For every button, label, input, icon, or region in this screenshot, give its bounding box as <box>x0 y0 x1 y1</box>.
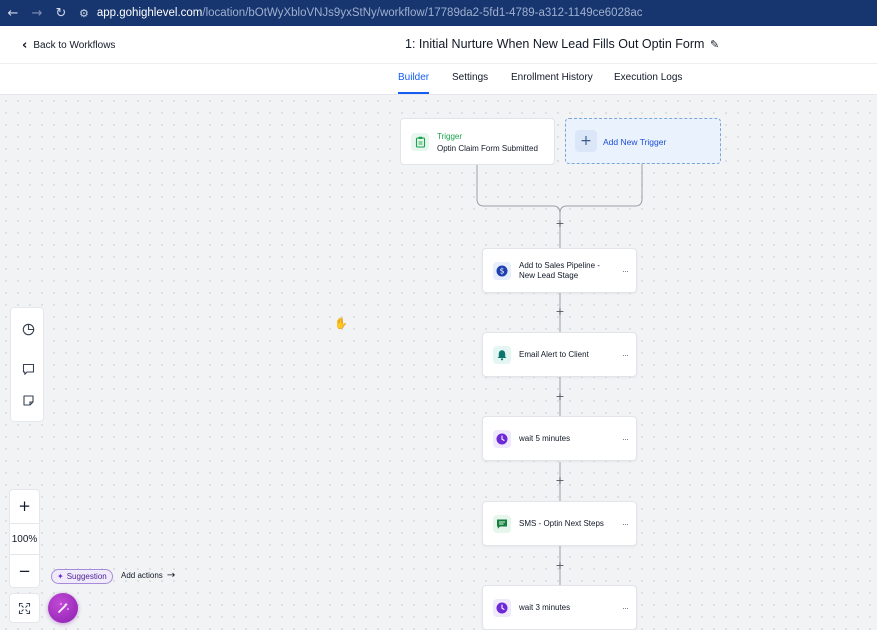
url-host: app.gohighlevel.com <box>96 7 203 19</box>
tab-builder[interactable]: Builder <box>398 72 429 83</box>
add-new-trigger-button[interactable]: + Add New Trigger <box>565 118 721 164</box>
back-to-workflows-link[interactable]: ‹ Back to Workflows <box>22 38 115 53</box>
more-options-icon[interactable]: ··· <box>622 350 629 360</box>
dollar-icon: $ <box>493 262 511 280</box>
action-title: wait 5 minutes <box>519 434 571 443</box>
action-title-line2: New Lead Stage <box>519 271 579 280</box>
add-step-plus-icon[interactable]: + <box>554 475 566 487</box>
suggestion-label: Suggestion <box>66 572 107 581</box>
plus-icon: + <box>575 130 597 152</box>
action-title: wait 3 minutes <box>519 603 571 612</box>
action-node-email-alert[interactable]: Email Alert to Client ··· <box>482 332 637 377</box>
url-path: /location/bOtWyXbloVNJs9yxStNy/workflow/… <box>202 7 643 19</box>
action-node-wait-3[interactable]: wait 3 minutes ··· <box>482 585 637 630</box>
zoom-out-button[interactable]: − <box>10 555 39 587</box>
sparkle-icon: ✦ <box>57 572 64 581</box>
clock-icon <box>493 430 511 448</box>
add-step-plus-icon[interactable]: + <box>554 391 566 403</box>
trigger-type-label: Trigger <box>437 132 463 141</box>
trigger-name: Optin Claim Form Submitted <box>437 144 538 153</box>
add-trigger-label: Add New Trigger <box>603 137 667 147</box>
site-settings-icon[interactable]: ⚙ <box>79 7 89 20</box>
reload-icon[interactable]: ↻ <box>49 6 73 21</box>
back-arrow-icon[interactable]: ← <box>1 6 25 21</box>
ai-assistant-button[interactable] <box>48 593 78 623</box>
add-actions-label: Add actions <box>121 571 163 580</box>
action-title: Email Alert to Client <box>519 350 589 359</box>
forward-arrow-icon[interactable]: → <box>25 6 49 21</box>
tab-bar: Builder Settings Enrollment History Exec… <box>0 64 877 95</box>
fit-to-screen-icon[interactable] <box>9 593 40 623</box>
trigger-node[interactable]: Trigger Optin Claim Form Submitted <box>400 118 555 165</box>
tab-settings[interactable]: Settings <box>452 72 488 83</box>
workflow-title[interactable]: 1: Initial Nurture When New Lead Fills O… <box>405 37 704 51</box>
tab-execution-logs[interactable]: Execution Logs <box>614 72 682 83</box>
zoom-controls: + 100% − <box>9 489 40 588</box>
browser-address-bar: ← → ↻ ⚙ app.gohighlevel.com/location/bOt… <box>0 0 877 26</box>
more-options-icon[interactable]: ··· <box>622 434 629 444</box>
tab-enrollment-history[interactable]: Enrollment History <box>511 72 593 83</box>
magic-wand-icon <box>58 602 69 613</box>
canvas-tool-panel <box>10 307 44 422</box>
more-options-icon[interactable]: ··· <box>622 603 629 613</box>
svg-text:$: $ <box>500 267 505 276</box>
action-title-line1: Add to Sales Pipeline - <box>519 261 600 270</box>
more-options-icon[interactable]: ··· <box>622 266 629 276</box>
action-node-sms[interactable]: SMS - Optin Next Steps ··· <box>482 501 637 546</box>
add-step-plus-icon[interactable]: + <box>554 560 566 572</box>
clock-icon <box>493 599 511 617</box>
bell-icon <box>493 346 511 364</box>
more-options-icon[interactable]: ··· <box>622 519 629 529</box>
chevron-left-icon: ‹ <box>22 38 28 53</box>
back-label: Back to Workflows <box>33 40 116 51</box>
arrow-right-icon: → <box>166 570 176 581</box>
suggestion-badge[interactable]: ✦ Suggestion <box>51 569 113 584</box>
stats-pie-icon[interactable] <box>19 320 37 338</box>
action-node-pipeline[interactable]: $ Add to Sales Pipeline - New Lead Stage… <box>482 248 637 293</box>
action-node-wait-5[interactable]: wait 5 minutes ··· <box>482 416 637 461</box>
zoom-level: 100% <box>10 523 39 555</box>
action-title: SMS - Optin Next Steps <box>519 519 604 528</box>
add-actions-link[interactable]: Add actions → <box>121 570 175 581</box>
workflow-canvas[interactable]: Trigger Optin Claim Form Submitted + Add… <box>0 95 877 630</box>
connector-lines <box>476 164 643 585</box>
url-field[interactable]: ⚙ app.gohighlevel.com/location/bOtWyXblo… <box>79 7 643 20</box>
active-tab-indicator <box>398 92 429 94</box>
zoom-in-button[interactable]: + <box>10 490 39 522</box>
workflow-header: ‹ Back to Workflows 1: Initial Nurture W… <box>0 26 877 64</box>
chat-icon <box>493 515 511 533</box>
hand-cursor-icon: ✋ <box>334 317 348 330</box>
edit-pencil-icon[interactable]: ✎ <box>710 38 719 51</box>
sticky-note-icon[interactable] <box>19 391 37 409</box>
add-step-plus-icon[interactable]: + <box>554 218 566 230</box>
add-step-plus-icon[interactable]: + <box>554 306 566 318</box>
clipboard-icon <box>411 133 429 151</box>
comment-icon[interactable] <box>19 360 37 378</box>
